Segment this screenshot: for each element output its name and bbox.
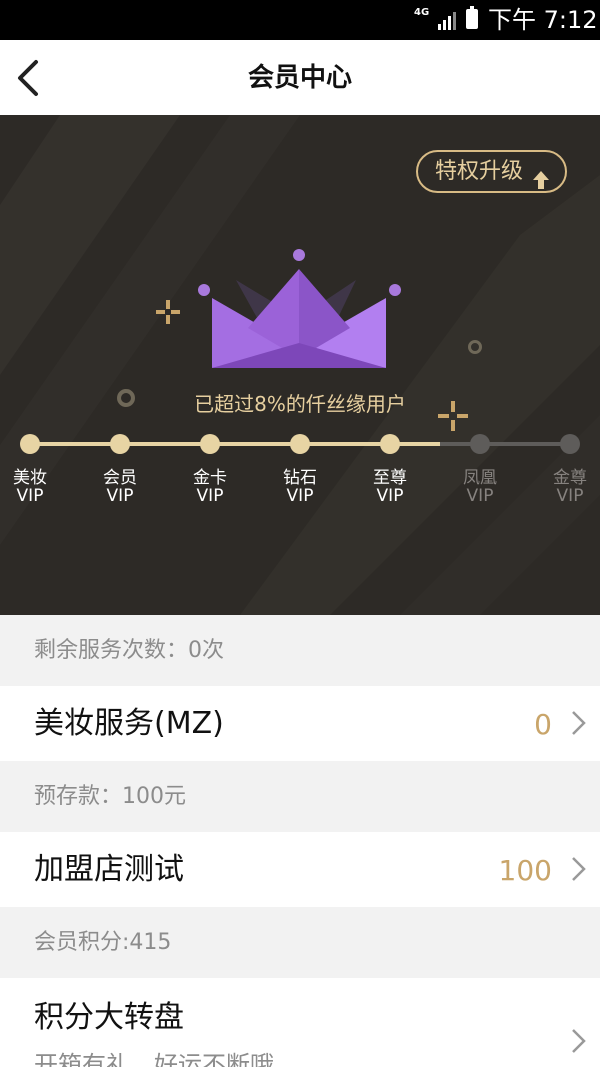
- level-vip: VIP: [16, 486, 44, 506]
- level-item: 至尊 VIP: [350, 434, 430, 505]
- level-dot: [290, 434, 310, 454]
- network-indicator: 4G: [414, 7, 430, 18]
- franchise-row[interactable]: 加盟店测试 100: [0, 832, 600, 907]
- lucky-wheel-row[interactable]: 积分大转盘 开箱有礼，好运不断哦: [0, 978, 600, 1067]
- level-item: 会员 VIP: [80, 434, 160, 505]
- lucky-wheel-subtitle: 开箱有礼，好运不断哦: [34, 1051, 274, 1067]
- beauty-service-count: 0: [534, 708, 552, 741]
- chevron-right-icon: [570, 856, 586, 886]
- level-item: 钻石 VIP: [260, 434, 340, 505]
- battery-icon: [466, 6, 478, 29]
- membership-hero: 特权升级 已超过8%的仟丝缘用户 美妆 VIP 会员 VIP 金卡 VIP 钻石…: [0, 115, 600, 615]
- sparkle-icon: [156, 300, 180, 324]
- beauty-service-row[interactable]: 美妆服务(MZ) 0: [0, 686, 600, 761]
- lucky-wheel-label: 积分大转盘: [34, 1000, 184, 1035]
- beauty-service-label: 美妆服务(MZ): [34, 706, 224, 741]
- level-dot: [20, 434, 40, 454]
- level-dot: [110, 434, 130, 454]
- level-vip: VIP: [376, 486, 404, 506]
- level-dot: [200, 434, 220, 454]
- arrow-up-icon: [533, 163, 549, 202]
- level-dot: [380, 434, 400, 454]
- privilege-upgrade-button[interactable]: 特权升级: [416, 150, 567, 193]
- level-name: 金尊: [553, 468, 587, 488]
- level-vip: VIP: [286, 486, 314, 506]
- level-name: 美妆: [13, 468, 47, 488]
- remaining-services-header: 剩余服务次数：0次: [0, 615, 600, 686]
- points-header: 会员积分:415: [0, 907, 600, 978]
- level-item: 凤凰 VIP: [440, 434, 520, 505]
- level-vip: VIP: [466, 486, 494, 506]
- ranking-text: 已超过8%的仟丝缘用户: [194, 392, 406, 416]
- level-vip: VIP: [556, 486, 584, 506]
- level-item: 金尊 VIP: [530, 434, 600, 505]
- chevron-right-icon: [570, 710, 586, 740]
- decor-ring-icon: [468, 340, 482, 354]
- level-name: 凤凰: [463, 468, 497, 488]
- level-vip: VIP: [196, 486, 224, 506]
- signal-icon: [438, 10, 460, 34]
- status-bar: 4G 下午 7:12: [0, 0, 600, 40]
- deposit-header: 预存款：100元: [0, 761, 600, 832]
- chevron-right-icon: [570, 1028, 586, 1058]
- level-name: 钻石: [283, 468, 317, 488]
- upgrade-label: 特权升级: [435, 159, 524, 184]
- page-title: 会员中心: [247, 63, 352, 93]
- level-name: 金卡: [193, 468, 227, 488]
- clock: 下午 7:12: [488, 6, 598, 34]
- level-vip: VIP: [106, 486, 134, 506]
- level-dot: [470, 434, 490, 454]
- crown-icon: [198, 249, 401, 368]
- franchise-balance: 100: [498, 854, 552, 887]
- navigation-bar: 会员中心: [0, 40, 600, 115]
- level-name: 会员: [103, 468, 137, 488]
- level-dot: [560, 434, 580, 454]
- level-name: 至尊: [373, 468, 407, 488]
- level-item: 美妆 VIP: [0, 434, 70, 505]
- franchise-label: 加盟店测试: [34, 852, 184, 887]
- level-item: 金卡 VIP: [170, 434, 250, 505]
